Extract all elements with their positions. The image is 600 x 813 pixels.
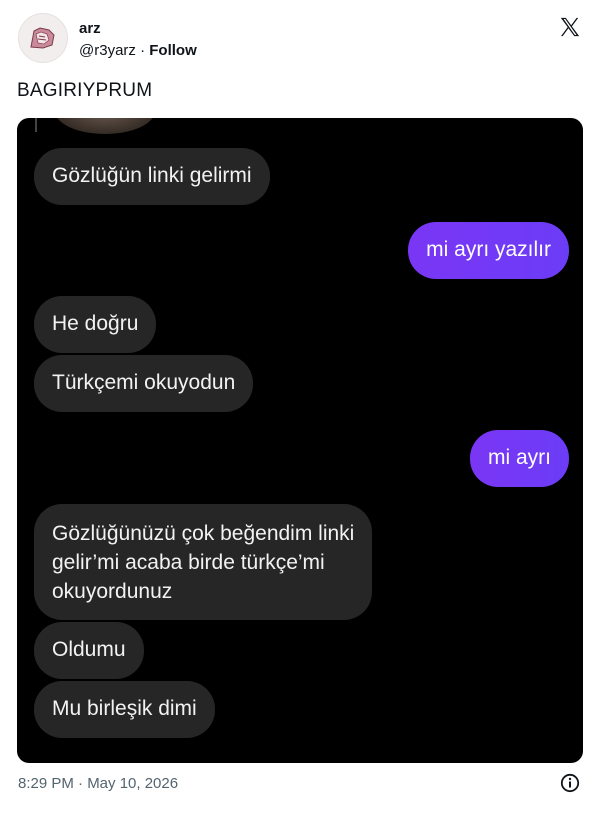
received-message: Mu birleşik dimi [34, 681, 215, 738]
sent-message: mi ayrı [470, 430, 569, 487]
author-handle-line: @r3yarz · Follow [79, 42, 197, 59]
separator: · [140, 42, 146, 59]
follow-button[interactable]: Follow [149, 42, 197, 59]
tweet-footer: 8:29 PM · May 10, 2026 [17, 772, 583, 794]
x-logo-icon[interactable] [559, 16, 581, 38]
chat-screenshot[interactable]: Gözlüğün linki gelirmi mi ayrı yazılır H… [17, 118, 583, 763]
received-message: He doğru [34, 296, 157, 353]
tweet-header: arz @r3yarz · Follow [17, 12, 583, 64]
info-icon[interactable] [560, 773, 580, 793]
partial-image [55, 118, 155, 134]
tweet-text: BAGIRIYPRUM [17, 80, 153, 101]
received-message: Oldumu [34, 622, 144, 679]
received-message: Gözlüğün linki gelirmi [34, 148, 270, 205]
avatar[interactable] [18, 13, 68, 63]
partial-divider [35, 118, 37, 132]
author-name[interactable]: arz [79, 20, 101, 37]
received-message: Gözlüğünüzü çok beğendim linki gelir’mi … [34, 504, 373, 620]
received-message: Türkçemi okuyodun [34, 355, 254, 412]
author-handle[interactable]: @r3yarz [79, 42, 136, 59]
timestamp[interactable]: 8:29 PM · May 10, 2026 [18, 775, 178, 792]
sent-message: mi ayrı yazılır [408, 222, 569, 279]
avatar-image-icon [30, 27, 55, 49]
